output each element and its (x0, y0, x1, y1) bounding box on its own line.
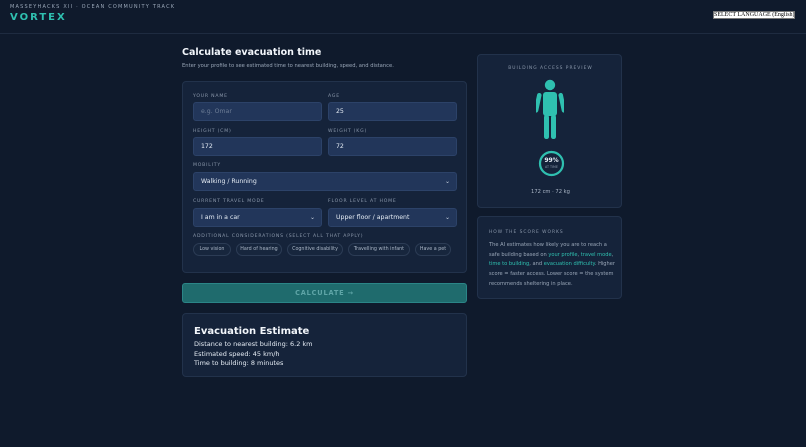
height-input[interactable]: 172 (193, 137, 322, 156)
travel-mode-value: I am in a car (201, 214, 240, 221)
name-label: YOUR NAME (193, 94, 228, 99)
info-text: The AI estimates how likely you are to r… (489, 241, 617, 290)
score-info-card: HOW THE SCORE WORKS The AI estimates how… (477, 216, 622, 299)
mobility-select[interactable]: Walking / Running ⌄ (193, 172, 457, 191)
info-text-part: , and (529, 261, 544, 268)
chevron-down-icon: ⌄ (309, 214, 315, 221)
name-input[interactable]: e.g. Omar (193, 102, 322, 121)
person-icon (536, 79, 564, 139)
travel-mode-label: CURRENT TRAVEL MODE (193, 199, 265, 204)
profile-form: YOUR NAME e.g. Omar AGE 25 HEIGHT (CM) 1… (182, 81, 467, 273)
score-caption: AT TIME (545, 165, 558, 169)
page-subtitle: Enter your profile to see estimated time… (182, 63, 394, 69)
chip-hard-of-hearing[interactable]: Hard of hearing (236, 243, 282, 256)
age-input[interactable]: 25 (328, 102, 457, 121)
considerations-label: ADDITIONAL CONSIDERATIONS (SELECT ALL TH… (193, 234, 364, 239)
highlight-evacuation-difficulty: evacuation difficulty (543, 261, 595, 268)
weight-label: WEIGHT (KG) (328, 129, 368, 134)
result-title: Evacuation Estimate (194, 326, 310, 337)
result-distance: Distance to nearest building: 6.2 km (194, 340, 313, 348)
chip-have-a-pet[interactable]: Have a pet (415, 243, 451, 256)
highlight-travel-mode: travel mode (580, 251, 612, 258)
mobility-label: MOBILITY (193, 163, 222, 168)
chip-cognitive-disability[interactable]: Cognitive disability (287, 243, 343, 256)
travel-mode-select[interactable]: I am in a car ⌄ (193, 208, 322, 227)
result-card: Evacuation Estimate Distance to nearest … (182, 313, 467, 377)
brand-logo[interactable]: VORTEX (10, 12, 67, 23)
body-metrics: 172 cm · 72 kg (531, 189, 570, 195)
highlight-time-to-building: time to building (489, 261, 530, 268)
highlight-profile: your profile (548, 251, 578, 258)
chip-low-vision[interactable]: Low vision (193, 243, 231, 256)
floor-level-value: Upper floor / apartment (336, 214, 410, 221)
info-title: HOW THE SCORE WORKS (489, 230, 564, 235)
chevron-down-icon: ⌄ (444, 214, 450, 221)
chip-travelling-with-infant[interactable]: Travelling with infant (348, 243, 410, 256)
building-access-preview: BUILDING ACCESS PREVIEW 99% AT TIME 172 … (477, 54, 622, 208)
top-bar: MASSEYHACKS XII · OCEAN COMMUNITY TRACK … (0, 0, 806, 34)
floor-level-label: FLOOR LEVEL AT HOME (328, 199, 397, 204)
mobility-value: Walking / Running (201, 178, 257, 185)
preview-title: BUILDING ACCESS PREVIEW (508, 66, 593, 71)
chevron-down-icon: ⌄ (444, 178, 450, 185)
result-speed: Estimated speed: 45 km/h (194, 350, 280, 358)
score-percent: 99% (544, 157, 559, 164)
height-label: HEIGHT (CM) (193, 129, 232, 134)
floor-level-select[interactable]: Upper floor / apartment ⌄ (328, 208, 457, 227)
language-select-button[interactable]: SELECT LANGUAGE (English) (713, 11, 795, 19)
info-text-part: , (611, 251, 614, 258)
result-time: Time to building: 8 minutes (194, 359, 284, 367)
age-label: AGE (328, 94, 340, 99)
weight-input[interactable]: 72 (328, 137, 457, 156)
event-label: MASSEYHACKS XII · OCEAN COMMUNITY TRACK (10, 4, 176, 10)
calculate-button[interactable]: CALCULATE → (182, 283, 467, 303)
page-title: Calculate evacuation time (182, 47, 322, 58)
